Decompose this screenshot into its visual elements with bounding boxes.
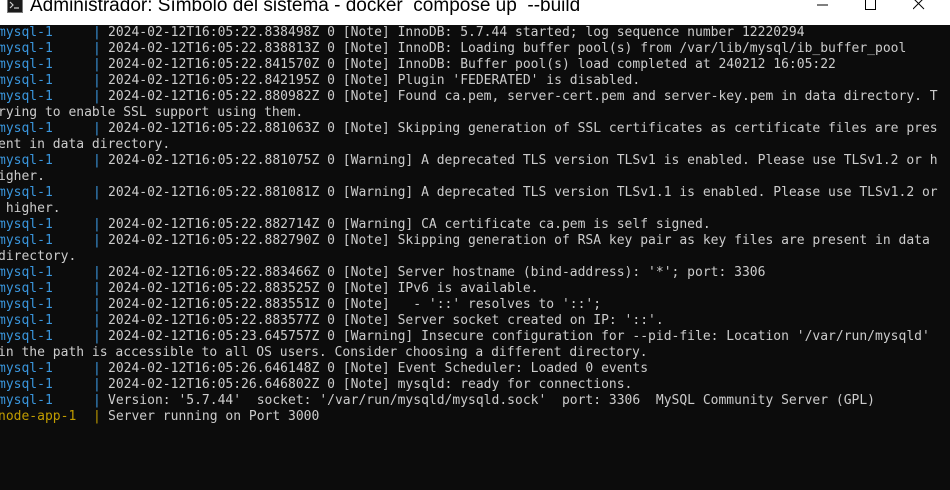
log-message-continuation: rying to enable SSL support using them. bbox=[0, 105, 304, 120]
service-name: mysql-1 bbox=[0, 89, 53, 104]
maximize-icon bbox=[865, 0, 876, 10]
service-name: mysql-1 bbox=[0, 185, 53, 200]
separator: | bbox=[93, 153, 101, 168]
log-message-continuation: ent in data directory. bbox=[0, 137, 171, 152]
log-message-continuation: igher. bbox=[0, 169, 45, 184]
log-message: 2024-02-12T16:05:22.881063Z 0 [Note] Ski… bbox=[108, 121, 938, 136]
log-message: 2024-02-12T16:05:22.883577Z 0 [Note] Ser… bbox=[108, 313, 664, 328]
console-line: mysql-1 | 2024-02-12T16:05:22.880982Z 0 [N… bbox=[0, 89, 950, 105]
console-line: mysql-1 | 2024-02-12T16:05:22.883551Z 0 [N… bbox=[0, 297, 950, 313]
log-message: 2024-02-12T16:05:22.883551Z 0 [Note] - '… bbox=[108, 297, 602, 312]
separator: | bbox=[93, 89, 101, 104]
log-message: 2024-02-12T16:05:26.646802Z 0 [Note] mys… bbox=[108, 377, 633, 392]
minimize-icon bbox=[817, 4, 828, 6]
console-line: mysql-1 | 2024-02-12T16:05:26.646148Z 0 [N… bbox=[0, 361, 950, 377]
service-name: mysql-1 bbox=[0, 313, 53, 328]
log-message: 2024-02-12T16:05:22.880982Z 0 [Note] Fou… bbox=[108, 89, 938, 104]
log-message: 2024-02-12T16:05:22.838813Z 0 [Note] Inn… bbox=[108, 41, 907, 56]
separator: | bbox=[93, 217, 101, 232]
separator: | bbox=[93, 313, 101, 328]
console-line: igher. bbox=[0, 169, 950, 185]
console-line: higher. bbox=[0, 201, 950, 217]
separator: | bbox=[93, 329, 101, 344]
log-message: Server running on Port 3000 bbox=[108, 409, 320, 424]
console-output[interactable]: mysql-1 | 2024-02-12T16:05:22.838498Z 0 [N… bbox=[0, 25, 950, 490]
separator: | bbox=[93, 185, 101, 200]
separator: | bbox=[93, 393, 101, 408]
log-message: 2024-02-12T16:05:22.881075Z 0 [Warning] … bbox=[108, 153, 938, 168]
console-line: directory. bbox=[0, 249, 950, 265]
service-name: mysql-1 bbox=[0, 361, 53, 376]
separator: | bbox=[93, 265, 101, 280]
separator: | bbox=[93, 377, 101, 392]
log-message: 2024-02-12T16:05:22.838498Z 0 [Note] Inn… bbox=[108, 25, 805, 40]
console-line: mysql-1 | 2024-02-12T16:05:22.841570Z 0 [N… bbox=[0, 57, 950, 73]
service-name: mysql-1 bbox=[0, 329, 53, 344]
console-line: in the path is accessible to all OS user… bbox=[0, 345, 950, 361]
log-message: Version: '5.7.44' socket: '/var/run/mysq… bbox=[108, 393, 876, 408]
title-bar[interactable]: Administrador: Símbolo del sistema - doc… bbox=[0, 0, 950, 25]
console-line: mysql-1 | 2024-02-12T16:05:22.838813Z 0 [N… bbox=[0, 41, 950, 57]
log-message: 2024-02-12T16:05:22.882714Z 0 [Warning] … bbox=[108, 217, 711, 232]
service-name: mysql-1 bbox=[0, 73, 53, 88]
window-title: Administrador: Símbolo del sistema - doc… bbox=[30, 0, 581, 16]
minimize-button[interactable] bbox=[800, 0, 846, 25]
console-line: mysql-1 | 2024-02-12T16:05:22.883466Z 0 [N… bbox=[0, 265, 950, 281]
service-name: mysql-1 bbox=[0, 57, 53, 72]
log-message: 2024-02-12T16:05:26.646148Z 0 [Note] Eve… bbox=[108, 361, 649, 376]
console-line: mysql-1 | 2024-02-12T16:05:22.842195Z 0 [N… bbox=[0, 73, 950, 89]
separator: | bbox=[93, 281, 101, 296]
log-message: 2024-02-12T16:05:22.841570Z 0 [Note] Inn… bbox=[108, 57, 836, 72]
separator: | bbox=[93, 409, 101, 424]
service-name: mysql-1 bbox=[0, 297, 53, 312]
separator: | bbox=[93, 297, 101, 312]
service-name: mysql-1 bbox=[0, 265, 53, 280]
log-message: 2024-02-12T16:05:22.883525Z 0 [Note] IPv… bbox=[108, 281, 539, 296]
separator: | bbox=[93, 121, 101, 136]
console-line: mysql-1 | 2024-02-12T16:05:23.645757Z 0 [W… bbox=[0, 329, 950, 345]
maximize-button[interactable] bbox=[848, 0, 894, 25]
cmd-icon[interactable] bbox=[7, 0, 23, 13]
service-name: mysql-1 bbox=[0, 233, 53, 248]
console-line: node-app-1 | Server running on Port 3000 bbox=[0, 409, 950, 425]
service-name: mysql-1 bbox=[0, 153, 53, 168]
service-name: mysql-1 bbox=[0, 41, 53, 56]
separator: | bbox=[93, 25, 101, 40]
close-icon bbox=[913, 0, 925, 10]
console-line: mysql-1 | 2024-02-12T16:05:26.646802Z 0 [N… bbox=[0, 377, 950, 393]
console-line: ent in data directory. bbox=[0, 137, 950, 153]
console-line: mysql-1 | 2024-02-12T16:05:22.883525Z 0 [N… bbox=[0, 281, 950, 297]
separator: | bbox=[93, 361, 101, 376]
log-message-continuation: in the path is accessible to all OS user… bbox=[0, 345, 648, 360]
log-message-continuation: higher. bbox=[0, 201, 61, 216]
log-message: 2024-02-12T16:05:22.881081Z 0 [Warning] … bbox=[108, 185, 938, 200]
console-line: mysql-1 | Version: '5.7.44' socket: '/var/… bbox=[0, 393, 950, 409]
log-message: 2024-02-12T16:05:23.645757Z 0 [Warning] … bbox=[108, 329, 930, 344]
log-message: 2024-02-12T16:05:22.883466Z 0 [Note] Ser… bbox=[108, 265, 766, 280]
console-line: mysql-1 | 2024-02-12T16:05:22.838498Z 0 [N… bbox=[0, 25, 950, 41]
service-name: mysql-1 bbox=[0, 393, 53, 408]
console-line: rying to enable SSL support using them. bbox=[0, 105, 950, 121]
log-message: 2024-02-12T16:05:22.882790Z 0 [Note] Ski… bbox=[108, 233, 930, 248]
console-line: mysql-1 | 2024-02-12T16:05:22.881081Z 0 [W… bbox=[0, 185, 950, 201]
console-line: mysql-1 | 2024-02-12T16:05:22.882790Z 0 [N… bbox=[0, 233, 950, 249]
service-name: mysql-1 bbox=[0, 217, 53, 232]
service-name: mysql-1 bbox=[0, 121, 53, 136]
separator: | bbox=[93, 57, 101, 72]
console-line: mysql-1 | 2024-02-12T16:05:22.882714Z 0 [W… bbox=[0, 217, 950, 233]
separator: | bbox=[93, 73, 101, 88]
service-name: node-app-1 bbox=[0, 409, 77, 424]
service-name: mysql-1 bbox=[0, 281, 53, 296]
log-message: 2024-02-12T16:05:22.842195Z 0 [Note] Plu… bbox=[108, 73, 641, 88]
separator: | bbox=[93, 41, 101, 56]
console-line: mysql-1 | 2024-02-12T16:05:22.881063Z 0 [N… bbox=[0, 121, 950, 137]
console-line: mysql-1 | 2024-02-12T16:05:22.881075Z 0 [W… bbox=[0, 153, 950, 169]
console-line: mysql-1 | 2024-02-12T16:05:22.883577Z 0 [N… bbox=[0, 313, 950, 329]
service-name: mysql-1 bbox=[0, 377, 53, 392]
service-name: mysql-1 bbox=[0, 25, 53, 40]
close-button[interactable] bbox=[896, 0, 950, 25]
separator: | bbox=[93, 233, 101, 248]
log-message-continuation: directory. bbox=[0, 249, 77, 264]
